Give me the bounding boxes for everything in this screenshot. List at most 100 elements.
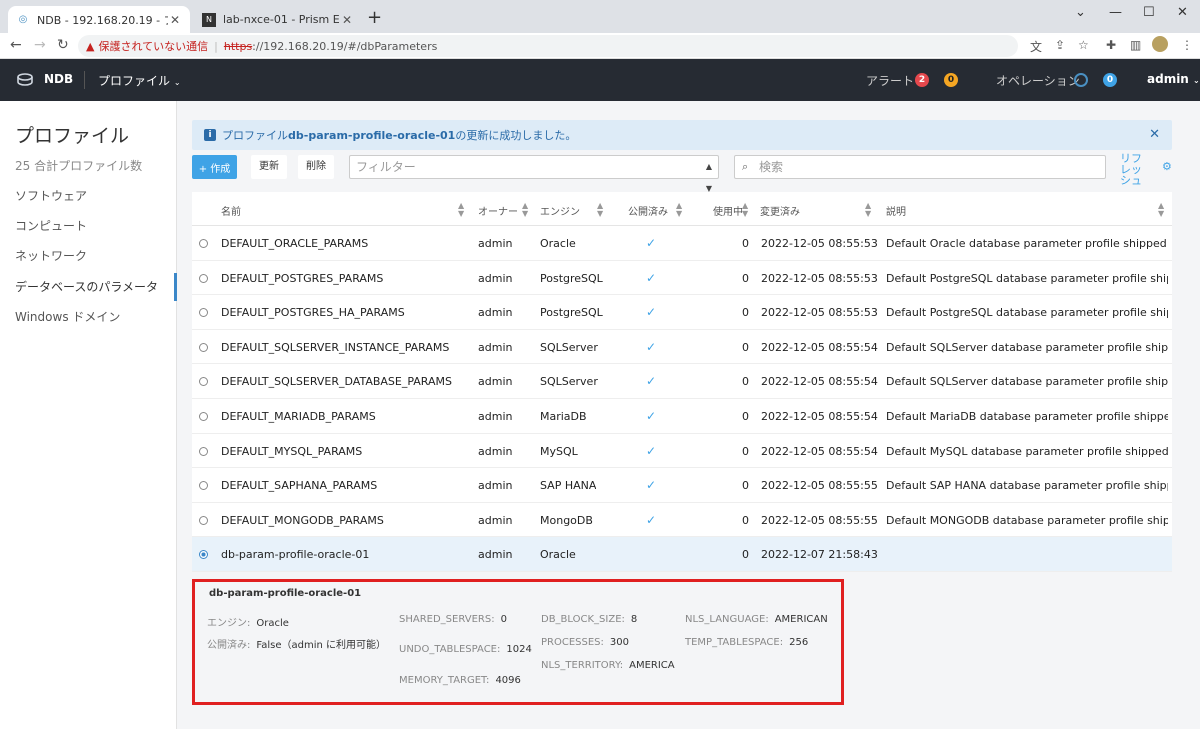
reload-icon[interactable]: ↻ [57, 37, 69, 53]
sort-icon[interactable]: ▲ ▼ [865, 202, 871, 218]
row-radio[interactable] [199, 515, 208, 525]
forward-icon[interactable]: → [34, 37, 46, 53]
row-radio[interactable] [199, 446, 208, 456]
insecure-label: 保護されていない通信 [98, 40, 209, 53]
maximize-icon[interactable]: ☐ [1143, 5, 1155, 20]
row-radio[interactable] [199, 411, 208, 421]
cell-in-use: 0 [742, 340, 749, 354]
col-owner[interactable]: オーナー [478, 203, 518, 218]
cell-owner: admin [478, 444, 513, 458]
sidebar-item-software[interactable]: ソフトウェア [0, 182, 177, 210]
minimize-icon[interactable]: — [1109, 5, 1122, 20]
table-row[interactable]: DEFAULT_SAPHANA_PARAMS admin SAP HANA ✓ 0 202… [192, 468, 1172, 503]
user-menu[interactable]: admin ⌄ [1147, 72, 1200, 86]
delete-button[interactable]: 削除 [298, 155, 334, 179]
cell-owner: admin [478, 479, 513, 493]
table-row[interactable]: DEFAULT_MYSQL_PARAMS admin MySQL ✓ 0 2022-12-… [192, 434, 1172, 469]
detail-engine: エンジン: Oracle [207, 614, 289, 629]
col-engine[interactable]: エンジン [540, 203, 580, 218]
profile-avatar[interactable] [1152, 36, 1168, 52]
cell-name: DEFAULT_SQLSERVER_DATABASE_PARAMS [221, 375, 452, 389]
detail-param: NLS_LANGUAGE: AMERICAN [685, 614, 828, 625]
sidebar-item-windows-domain[interactable]: Windows ドメイン [0, 303, 177, 331]
row-radio[interactable] [199, 273, 208, 283]
banner-close-icon[interactable]: ✕ [1149, 127, 1160, 142]
cell-engine: PostgreSQL [540, 306, 603, 320]
extensions-icon[interactable]: ✚ [1106, 38, 1116, 52]
alert-critical-badge[interactable]: 2 [915, 73, 929, 87]
row-radio[interactable] [199, 342, 208, 352]
table-row[interactable]: DEFAULT_SQLSERVER_INSTANCE_PARAMS admin SQ… [192, 330, 1172, 365]
details-title: db-param-profile-oracle-01 [209, 588, 362, 599]
cell-name: DEFAULT_POSTGRES_PARAMS [221, 271, 384, 285]
detail-published: 公開済み: False（admin に利用可能） [207, 636, 386, 651]
update-button[interactable]: 更新 [251, 155, 287, 179]
sidebar-item-db-parameters[interactable]: データベースのパラメータ [0, 273, 177, 301]
sort-icon[interactable]: ▲ ▼ [458, 202, 464, 218]
filter-select[interactable]: フィルター ▲ ▼ [349, 155, 719, 193]
detail-value: 0 [500, 614, 507, 625]
cell-modified: 2022-12-05 08:55:53 [761, 237, 878, 250]
browser-tab-ndb[interactable]: ◎ NDB - 192.168.20.19 - プロファイル ✕ [8, 6, 190, 33]
alerts-label[interactable]: アラート [866, 72, 914, 89]
tab-close-icon[interactable]: ✕ [168, 13, 182, 27]
cell-in-use: 0 [742, 237, 749, 250]
sidebar-item-network[interactable]: ネットワーク [0, 242, 177, 270]
published-check-icon: ✓ [646, 339, 657, 354]
table-row[interactable]: DEFAULT_MONGODB_PARAMS admin MongoDB ✓ 0 2022… [192, 503, 1172, 538]
col-name[interactable]: 名前 [221, 203, 241, 218]
translate-icon[interactable]: 文 [1030, 38, 1042, 55]
row-radio[interactable] [199, 481, 208, 491]
table-row[interactable]: DEFAULT_MARIADB_PARAMS admin MariaDB ✓ 0 2022… [192, 399, 1172, 434]
tab-close-icon[interactable]: ✕ [340, 13, 354, 27]
col-in-use[interactable]: 使用中 [713, 203, 743, 218]
sidebar-item-compute[interactable]: コンピュート [0, 212, 177, 240]
cell-name: DEFAULT_MYSQL_PARAMS [221, 444, 363, 458]
published-check-icon: ✓ [646, 408, 657, 423]
col-published[interactable]: 公開済み [628, 203, 668, 218]
create-button[interactable]: + 作成 [192, 155, 237, 179]
col-description[interactable]: 説明 [886, 203, 906, 218]
sort-icon[interactable]: ▲ ▼ [522, 202, 528, 218]
back-icon[interactable]: ← [10, 37, 22, 53]
cell-engine: SQLServer [540, 340, 598, 354]
profile-menu-dropdown[interactable]: プロファイル ⌄ [98, 72, 181, 89]
new-tab-icon[interactable]: + [367, 9, 382, 27]
share-icon[interactable]: ⇪ [1055, 38, 1065, 52]
table-row[interactable]: DEFAULT_SQLSERVER_DATABASE_PARAMS admin SQ… [192, 364, 1172, 399]
table-row[interactable]: DEFAULT_ORACLE_PARAMS admin Oracle ✓ 0 2022-1… [192, 226, 1172, 261]
cell-description: Default PostgreSQL database parameter pr… [886, 306, 1168, 320]
sort-icon[interactable]: ▲ ▼ [597, 202, 603, 218]
operations-label[interactable]: オペレーション [996, 72, 1080, 89]
cell-engine: MariaDB [540, 409, 587, 423]
published-check-icon: ✓ [646, 236, 657, 250]
profiles-table: 名前 ▲ ▼ オーナー ▲ ▼ エンジン ▲ ▼ 公開済み ▲ ▼ 使用中 ▲ ▼ 変更済… [192, 192, 1172, 572]
sort-icon[interactable]: ▲ ▼ [742, 202, 748, 218]
sort-icon[interactable]: ▲ ▼ [676, 202, 682, 218]
refresh-button[interactable]: リフレッシュ [1120, 153, 1150, 186]
bookmark-star-icon[interactable]: ☆ [1078, 38, 1089, 52]
row-radio[interactable] [199, 377, 208, 387]
settings-gear-icon[interactable]: ⚙ [1162, 160, 1172, 173]
row-radio[interactable] [199, 239, 208, 248]
detail-value: 300 [609, 637, 629, 648]
sidepanel-icon[interactable]: ▥ [1130, 38, 1141, 52]
row-radio[interactable] [199, 550, 208, 560]
cell-name: DEFAULT_POSTGRES_HA_PARAMS [221, 306, 405, 320]
table-row[interactable]: DEFAULT_POSTGRES_PARAMS admin PostgreSQL ✓ 0… [192, 261, 1172, 296]
operations-count-badge[interactable]: 0 [1103, 73, 1117, 87]
tab-search-icon[interactable]: ⌄ [1075, 5, 1086, 20]
browser-tab-prism[interactable]: N lab-nxce-01 - Prism Element ✕ [194, 6, 362, 33]
close-window-icon[interactable]: ✕ [1177, 5, 1188, 20]
url-field[interactable]: ▲ 保護されていない通信 | https ://192.168.20.19/#/… [78, 35, 1018, 57]
table-row[interactable]: DEFAULT_POSTGRES_HA_PARAMS admin PostgreSQ… [192, 295, 1172, 330]
search-input[interactable]: ⌕ 検索 [734, 155, 1106, 179]
col-modified[interactable]: 変更済み [760, 203, 800, 218]
alert-warning-badge[interactable]: 0 [944, 73, 958, 87]
sort-icon[interactable]: ▲ ▼ [1158, 202, 1164, 218]
detail-param: MEMORY_TARGET: 4096 [399, 675, 521, 686]
table-row[interactable]: db-param-profile-oracle-01 admin Oracle 0 20… [192, 537, 1172, 572]
detail-key: DB_BLOCK_SIZE: [541, 614, 625, 625]
browser-menu-icon[interactable]: ⋮ [1181, 38, 1193, 52]
row-radio[interactable] [199, 308, 208, 318]
